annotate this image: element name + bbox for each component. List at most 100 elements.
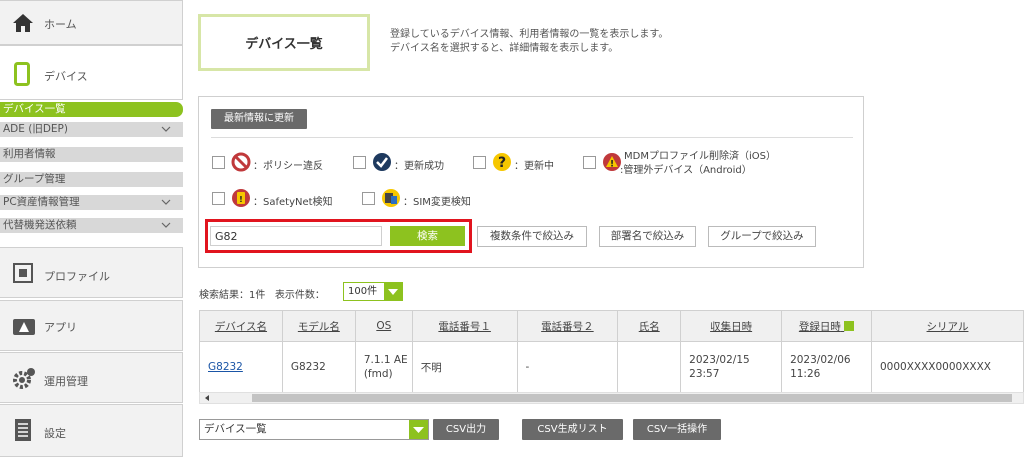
nav-home[interactable]: ホーム xyxy=(0,0,183,45)
col-os[interactable]: OS xyxy=(354,310,413,342)
smartphone-icon xyxy=(14,62,30,86)
sidebar-item-device-list[interactable]: デバイス一覧 xyxy=(0,102,183,117)
policy-violation-checkbox[interactable] xyxy=(212,156,225,169)
sidebar-item-label: 代替機発送依頼 xyxy=(3,219,77,231)
nav-app-label: アプリ xyxy=(44,321,77,334)
col-registered[interactable]: 登録日時 xyxy=(781,310,872,342)
sidebar-item-label: 利用者情報 xyxy=(3,148,56,160)
app-icon xyxy=(13,319,35,335)
svg-text:?: ? xyxy=(498,155,506,171)
sim-change-checkbox[interactable] xyxy=(362,192,375,205)
sidebar-item-label: デバイス一覧 xyxy=(3,103,66,115)
warning-icon: ! xyxy=(603,153,621,171)
output-select-value: デバイス一覧 xyxy=(204,423,267,435)
description-line: 登録しているデバイス情報、利用者情報の一覧を表示します。 xyxy=(390,29,669,40)
nav-device-label: デバイス xyxy=(44,70,88,83)
update-success-checkbox[interactable] xyxy=(353,156,366,169)
cell-serial: 0000XXXX0000XXXX xyxy=(871,341,1024,392)
cell-collected-line: 23:57 xyxy=(689,368,720,380)
page-title: デバイス一覧 xyxy=(198,14,370,71)
question-icon: ? xyxy=(493,153,511,171)
device-alert-icon: ! xyxy=(232,189,250,207)
updating-checkbox[interactable] xyxy=(473,156,486,169)
csv-output-button[interactable]: CSV出力 xyxy=(433,419,499,440)
nav-app[interactable]: アプリ xyxy=(0,300,183,351)
csv-list-button[interactable]: CSV生成リスト xyxy=(522,419,623,440)
col-serial[interactable]: シリアル xyxy=(871,310,1024,342)
safetynet-checkbox[interactable] xyxy=(212,192,225,205)
col-tel1[interactable]: 電話番号１ xyxy=(411,310,518,342)
sim-icon xyxy=(382,189,400,207)
mdm-removed-checkbox[interactable] xyxy=(583,156,596,169)
sidebar-item-pc-assets[interactable]: PC資産情報管理 xyxy=(0,195,183,210)
page-description: 登録しているデバイス情報、利用者情報の一覧を表示します。 デバイス名を選択すると… xyxy=(390,28,668,56)
col-model[interactable]: モデル名 xyxy=(281,310,356,342)
nav-profile-label: プロファイル xyxy=(44,270,110,283)
sidebar: ホーム デバイス デバイス一覧 ADE (旧DEP) 利用者情報 グループ管理 … xyxy=(0,0,184,457)
legend-sim-label: ：SIM変更検知 xyxy=(403,197,471,208)
scroll-thumb[interactable] xyxy=(252,394,1012,402)
cell-os-line: 7.1.1 AE xyxy=(363,354,408,366)
nav-home-label: ホーム xyxy=(44,18,77,31)
nav-device[interactable]: デバイス xyxy=(0,45,183,100)
legend-safetynet-label: ：SafetyNet検知 xyxy=(253,197,333,208)
cell-tel1: 不明 xyxy=(411,341,518,392)
col-registered-label: 登録日時 xyxy=(798,320,841,333)
cell-collected-line: 2023/02/15 xyxy=(689,354,750,366)
sidebar-item-label: グループ管理 xyxy=(3,173,66,185)
legend-mdm-line: MDMプロファイル削除済（iOS） xyxy=(624,151,776,162)
checkmark-icon xyxy=(373,153,391,171)
multi-filter-button[interactable]: 複数条件で絞込み xyxy=(477,226,587,247)
device-name-link[interactable]: G8232 xyxy=(199,341,283,392)
dept-filter-button[interactable]: 部署名で絞込み xyxy=(599,226,696,247)
legend-mdm-label: MDMプロファイル削除済（iOS） :管理外デバイス（Android） xyxy=(620,151,776,176)
cell-registered-line: 11:26 xyxy=(790,368,821,380)
cell-collected: 2023/02/15 23:57 xyxy=(680,341,783,392)
result-info: 検索結果：1件 表示件数： xyxy=(199,286,325,301)
cell-name xyxy=(617,341,682,392)
output-select[interactable]: デバイス一覧 xyxy=(199,419,429,440)
divider xyxy=(211,137,853,138)
chevron-down-icon xyxy=(384,283,402,300)
profile-icon xyxy=(13,263,33,283)
svg-text:!: ! xyxy=(239,195,243,204)
perpage-label: 表示件数： xyxy=(274,290,325,301)
result-count: 検索結果：1件 xyxy=(199,290,266,301)
perpage-select[interactable]: 100件 xyxy=(343,282,403,301)
sidebar-item-replacement[interactable]: 代替機発送依頼 xyxy=(0,218,183,233)
sidebar-item-group[interactable]: グループ管理 xyxy=(0,172,183,187)
group-filter-button[interactable]: グループで絞込み xyxy=(708,226,816,247)
perpage-value: 100件 xyxy=(348,286,378,297)
csv-bulk-button[interactable]: CSV一括操作 xyxy=(633,419,721,440)
search-input[interactable] xyxy=(210,226,382,246)
svg-text:!: ! xyxy=(610,160,614,170)
prohibited-icon xyxy=(231,152,251,172)
chevron-down-icon xyxy=(161,126,171,132)
nav-settings[interactable]: 設定 xyxy=(0,404,183,457)
nav-operation-label: 運用管理 xyxy=(44,375,88,388)
scroll-left-icon[interactable] xyxy=(202,393,212,403)
horizontal-scrollbar[interactable] xyxy=(199,392,1024,404)
nav-operation[interactable]: 運用管理 xyxy=(0,352,183,403)
cell-tel2: - xyxy=(516,341,619,392)
nav-profile[interactable]: プロファイル xyxy=(0,247,183,298)
col-device-name[interactable]: デバイス名 xyxy=(199,310,283,342)
cell-os: 7.1.1 AE (fmd) xyxy=(354,341,413,392)
document-icon xyxy=(15,419,31,441)
legend-mdm-line: 管理外デバイス（Android） xyxy=(623,165,752,176)
col-name[interactable]: 氏名 xyxy=(617,310,682,342)
device-table: デバイス名 モデル名 OS 電話番号１ 電話番号２ 氏名 収集日時 登録日時 シ… xyxy=(199,310,1024,392)
nav-settings-label: 設定 xyxy=(44,427,66,440)
search-button[interactable]: 検索 xyxy=(390,226,465,246)
sidebar-item-label: PC資産情報管理 xyxy=(3,196,80,208)
refresh-button[interactable]: 最新情報に更新 xyxy=(211,109,307,129)
chevron-down-icon xyxy=(161,199,171,205)
col-collected[interactable]: 収集日時 xyxy=(680,310,783,342)
legend-updating-label: ：更新中 xyxy=(514,161,554,172)
table-row: G8232 G8232 7.1.1 AE (fmd) 不明 - 2023/02/… xyxy=(199,341,1024,392)
chevron-down-icon xyxy=(161,222,171,228)
sidebar-item-user-info[interactable]: 利用者情報 xyxy=(0,147,183,162)
legend-policy-label: ：ポリシー違反 xyxy=(253,161,323,172)
sidebar-item-ade[interactable]: ADE (旧DEP) xyxy=(0,122,183,137)
col-tel2[interactable]: 電話番号２ xyxy=(516,310,619,342)
